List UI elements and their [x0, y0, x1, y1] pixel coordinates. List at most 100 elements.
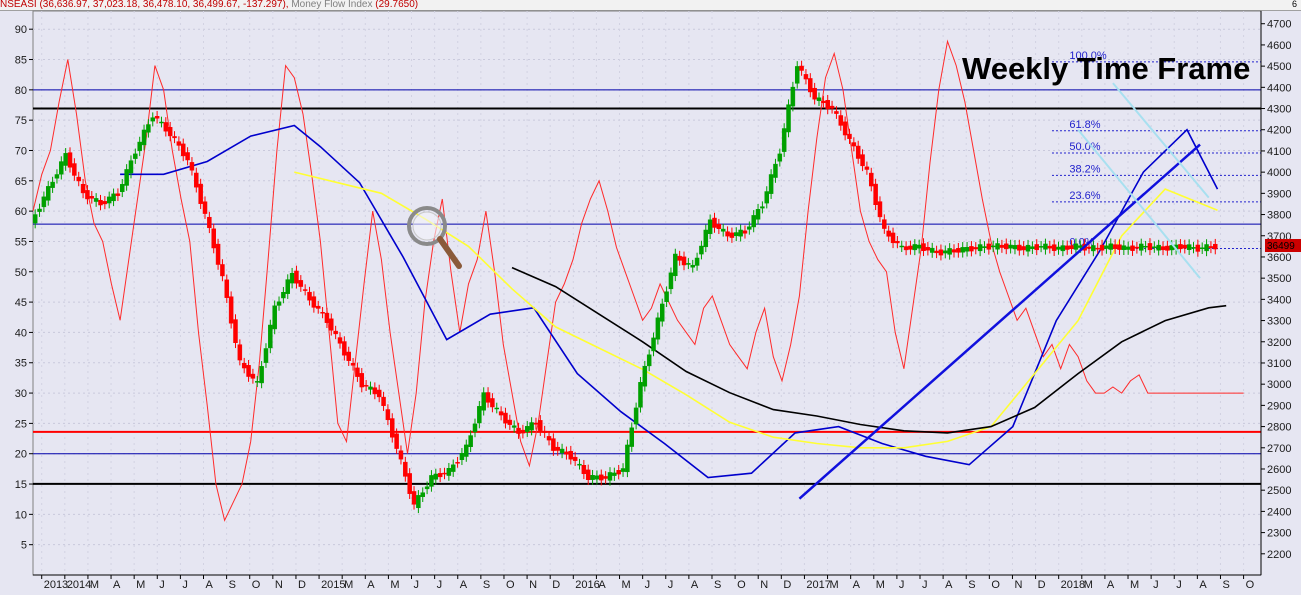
right-tick-label: 2600: [1267, 464, 1291, 476]
candle-body: [977, 244, 983, 252]
candle-body: [703, 229, 709, 248]
candle-body: [1130, 245, 1135, 251]
candle-body: [281, 292, 286, 299]
candle-body: [773, 163, 778, 178]
candle-body: [825, 100, 830, 110]
candle-body: [677, 255, 682, 261]
price-chart[interactable]: 100.0%61.8%50.0%38.2%23.6%0.0% 510152025…: [0, 0, 1301, 595]
candle-body: [982, 246, 987, 248]
right-tick-label: 3600: [1267, 252, 1291, 264]
candle-body: [694, 257, 700, 266]
candle-body: [233, 319, 238, 344]
candle-body: [720, 228, 726, 232]
x-tick-label: J: [182, 579, 188, 591]
candle-body: [734, 232, 739, 237]
x-tick-label: J: [159, 579, 165, 591]
x-tick-label: J: [437, 579, 443, 591]
candle-body: [873, 183, 878, 205]
x-tick-label: N: [275, 579, 283, 591]
candle-body: [1051, 244, 1057, 251]
candle-body: [738, 229, 743, 237]
candle-body: [202, 201, 208, 214]
candle-body: [429, 475, 434, 487]
candle-body: [333, 330, 338, 335]
x-tick-label: J: [1153, 579, 1159, 591]
candle-body: [1112, 244, 1118, 249]
candle-body: [555, 446, 560, 451]
candle-body: [390, 418, 395, 438]
candle-body: [1030, 246, 1035, 249]
candle-body: [198, 183, 203, 204]
candle-body: [115, 193, 121, 196]
left-tick-label: 35: [15, 358, 27, 370]
candle-body: [673, 253, 678, 277]
left-tick-label: 55: [15, 236, 27, 248]
candle-body: [629, 427, 635, 447]
candle-body: [1152, 246, 1157, 249]
candle-body: [268, 324, 273, 349]
candle-body: [363, 385, 369, 387]
candle-body: [646, 354, 652, 367]
candle-body: [986, 243, 992, 250]
right-tick-label: 2300: [1267, 528, 1291, 540]
candle-body: [85, 190, 90, 200]
x-tick-label: O: [991, 579, 1000, 591]
candle-body: [472, 423, 478, 433]
right-tick-label: 3300: [1267, 316, 1291, 328]
candle-body: [1056, 246, 1061, 250]
x-tick-label: N: [760, 579, 768, 591]
candle-body: [137, 141, 142, 152]
candle-body: [259, 366, 264, 384]
fib-level-label: 38.2%: [1069, 163, 1100, 175]
candle-body: [1086, 246, 1092, 249]
candle-body: [355, 367, 360, 377]
candle-body: [350, 363, 356, 366]
candle-body: [620, 468, 626, 472]
candle-body: [241, 362, 247, 369]
candle-body: [960, 247, 965, 253]
x-tick-label: S: [968, 579, 975, 591]
x-tick-label: M: [390, 579, 399, 591]
candle-body: [1021, 246, 1026, 251]
candle-body: [1156, 244, 1161, 251]
candle-body: [742, 230, 748, 234]
candle-body: [507, 419, 513, 425]
candle-body: [916, 244, 922, 249]
x-tick-label: O: [252, 579, 261, 591]
candle-body: [32, 214, 38, 224]
candle-body: [869, 172, 874, 187]
candle-body: [812, 87, 817, 100]
candle-body: [1004, 243, 1009, 250]
candle-body: [141, 129, 147, 146]
candle-body: [551, 438, 556, 451]
candle-body: [903, 246, 909, 251]
candle-body: [276, 301, 282, 306]
candle-body: [546, 436, 552, 441]
candle-body: [481, 392, 486, 411]
right-tick-label: 3900: [1267, 188, 1291, 200]
candle-body: [821, 100, 826, 103]
x-tick-label: N: [529, 579, 537, 591]
candle-body: [638, 382, 643, 408]
candle-body: [1008, 244, 1013, 249]
candle-body: [768, 174, 774, 194]
candle-body: [803, 74, 809, 80]
candle-body: [433, 473, 439, 480]
candle-body: [376, 389, 382, 398]
right-tick-label: 3000: [1267, 379, 1291, 391]
candle-body: [755, 209, 761, 220]
left-tick-label: 15: [15, 479, 27, 491]
x-tick-label: S: [1222, 579, 1229, 591]
x-tick-label: M: [830, 579, 839, 591]
candle-body: [106, 196, 112, 204]
x-tick-label: A: [460, 579, 468, 591]
candle-body: [1073, 243, 1079, 250]
last-price-value: 36499: [1267, 241, 1295, 252]
left-tick-label: 80: [15, 85, 27, 97]
candle-body: [781, 128, 787, 152]
candle-body: [442, 472, 447, 475]
candle-body: [760, 206, 765, 209]
candle-body: [1186, 244, 1192, 250]
candle-body: [342, 341, 347, 356]
candle-body: [860, 154, 865, 167]
